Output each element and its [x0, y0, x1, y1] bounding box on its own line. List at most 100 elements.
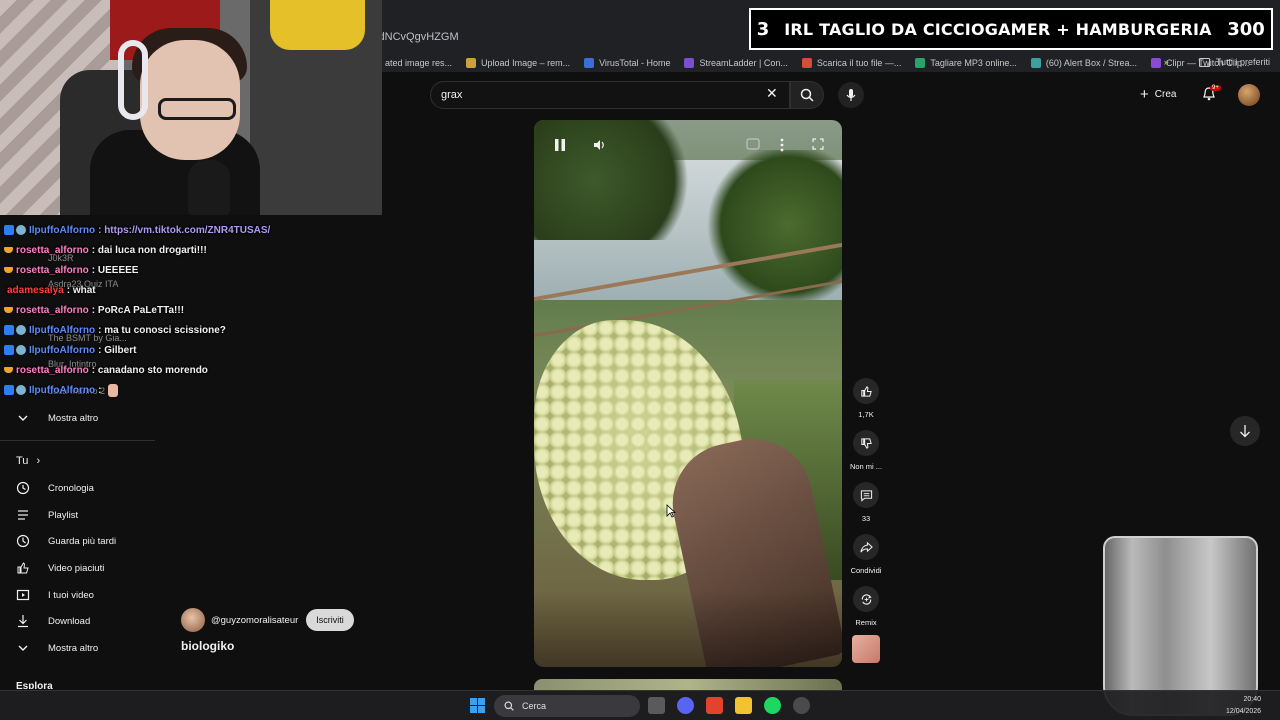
all-favorites-link[interactable]: Tutti i preferiti [1216, 57, 1270, 67]
next-short-button[interactable] [1230, 416, 1260, 446]
pause-icon[interactable] [554, 138, 566, 152]
more-bookmarks-icon[interactable]: » [1164, 57, 1169, 67]
comments-button-circle[interactable] [853, 482, 879, 508]
captions-icon[interactable] [746, 138, 760, 150]
sidebar-item-download[interactable]: Download [16, 611, 90, 631]
search-input[interactable]: grax [430, 81, 790, 109]
clear-search-icon[interactable]: ✕ [766, 85, 778, 102]
address-bar-text[interactable]: s/dNCvQgvHZGM [370, 31, 459, 43]
chat-message-text: : what [66, 284, 96, 296]
create-label: Crea [1154, 89, 1177, 100]
sidebar-divider [0, 440, 155, 441]
comment-icon [860, 489, 872, 502]
sound-thumbnail[interactable] [852, 635, 880, 663]
bookmark-favicon-icon [684, 58, 695, 68]
video-controls [534, 120, 842, 170]
volume-icon[interactable] [592, 138, 606, 152]
bookmark-label: (60) Alert Box / Strea... [1045, 58, 1137, 68]
bookmark-item[interactable]: Scarica il tuo file —... [801, 58, 901, 68]
fullscreen-icon[interactable] [812, 138, 824, 150]
bookmark-item[interactable]: VirusTotal - Home [584, 58, 670, 68]
bookmarks-bar: ated image res... Upload Image – rem... Vi… [370, 54, 1280, 72]
chat-message: IlpuffoAlforno: [4, 382, 119, 398]
remix-button[interactable]: Remix [846, 586, 886, 627]
sidebar-item-watch-later[interactable]: Guarda più tardi [16, 531, 116, 551]
chat-message-text: : ma tu conosci scissione? [98, 324, 226, 336]
windows-start-icon[interactable] [469, 697, 486, 714]
sidebar-show-more-top[interactable]: Mostra altro [16, 408, 98, 428]
remix-icon [861, 593, 872, 605]
bookmark-item[interactable]: (60) Alert Box / Strea... [1030, 58, 1137, 68]
channel-handle[interactable]: @guyzomoralisateur [211, 615, 298, 626]
sidebar-item-label: Guarda più tardi [48, 535, 117, 547]
account-avatar[interactable] [1238, 84, 1260, 106]
sidebar-item-your-videos[interactable]: I tuoi video [16, 585, 94, 605]
short-video-player[interactable] [534, 120, 842, 667]
share-button[interactable]: Condividi [846, 534, 886, 575]
dislike-button-circle[interactable] [853, 430, 879, 456]
bookmark-item[interactable]: Upload Image – rem... [466, 58, 570, 68]
share-icon [859, 541, 873, 552]
short-channel-info: @guyzomoralisateur Iscriviti [181, 608, 354, 632]
search-icon [504, 701, 514, 711]
chevron-down-icon [18, 415, 28, 421]
banner-score: 300 [1227, 18, 1265, 40]
comments-button[interactable]: 33 [846, 482, 886, 523]
chat-badges [4, 247, 13, 253]
task-view-icon[interactable] [648, 697, 665, 714]
chat-message-link[interactable]: : https://vm.tiktok.com/ZNR4TUSAS/ [98, 225, 270, 236]
chat-username: rosetta_alforno [16, 364, 89, 376]
bookmark-item[interactable]: StreamLadder | Con... [684, 58, 788, 68]
file-explorer-icon[interactable] [735, 697, 752, 714]
notifications-badge: 9+ [1210, 85, 1221, 91]
chat-username: rosetta_alforno [16, 244, 89, 256]
search-input-value[interactable]: grax [441, 89, 462, 101]
search-button[interactable] [790, 81, 824, 109]
chat-message-text: : [98, 384, 102, 396]
remix-button-circle[interactable] [853, 586, 879, 612]
platform-badge-icon [4, 225, 14, 235]
chat-message: IlpuffoAlforno: Gilbert [4, 342, 136, 358]
history-icon [16, 481, 30, 495]
bookmark-favicon-icon [801, 58, 812, 68]
sidebar-item-playlist[interactable]: Playlist [16, 505, 78, 525]
chat-username: adamesalya [7, 284, 64, 296]
like-button-circle[interactable] [853, 378, 879, 404]
sidebar-show-more-label: Mostra altro [48, 642, 99, 654]
mouse-cursor-icon [666, 504, 676, 518]
voice-search-button[interactable] [838, 82, 864, 108]
spotify-icon[interactable] [764, 697, 781, 714]
thumbs-down-icon [860, 437, 872, 449]
like-button[interactable]: 1,7K [846, 378, 886, 419]
chat-message: rosetta_alforno: canadano sto morendo [4, 362, 208, 378]
sidebar-section-you[interactable]: Tu › [16, 455, 40, 467]
arrow-down-icon [1240, 425, 1250, 438]
chat-username: rosetta_alforno [16, 264, 89, 276]
sidebar-item-history[interactable]: Cronologia [16, 478, 94, 498]
more-options-icon[interactable] [780, 138, 784, 152]
chat-overlay: J0k3R Asdra23 Quiz ITA The BSMT by Gia..… [0, 222, 380, 402]
share-button-circle[interactable] [853, 534, 879, 560]
sidebar-show-more-bottom[interactable]: Mostra altro [16, 638, 98, 658]
obs-icon[interactable] [793, 697, 810, 714]
remix-label: Remix [855, 618, 877, 627]
bookmark-item[interactable]: ated image res... [370, 58, 452, 68]
create-button[interactable]: + Crea [1140, 86, 1176, 103]
chat-message: IlpuffoAlforno: ma tu conosci scissione? [4, 322, 226, 338]
discord-icon[interactable] [677, 697, 694, 714]
bookmark-item[interactable]: Tagliare MP3 online... [915, 58, 1017, 68]
sidebar-section-label: Tu [16, 455, 29, 467]
bookmark-favicon-icon [1150, 58, 1161, 68]
watch-later-icon [16, 534, 30, 548]
system-clock[interactable]: 20:40 12/04/2026 [1226, 694, 1261, 718]
channel-avatar[interactable] [181, 608, 205, 632]
subscribe-button[interactable]: Iscriviti [306, 609, 354, 631]
sidebar-item-liked[interactable]: Video piaciuti [16, 558, 104, 578]
dislike-button[interactable]: Non mi ... [846, 430, 886, 471]
sidebar-section-label: Esplora [16, 681, 53, 689]
brave-browser-icon[interactable] [706, 697, 723, 714]
playlist-icon [18, 510, 28, 520]
sidebar-section-explore[interactable]: Esplora [16, 681, 53, 689]
dislike-label: Non mi ... [849, 462, 883, 471]
taskbar-search[interactable]: Cerca [494, 695, 640, 717]
